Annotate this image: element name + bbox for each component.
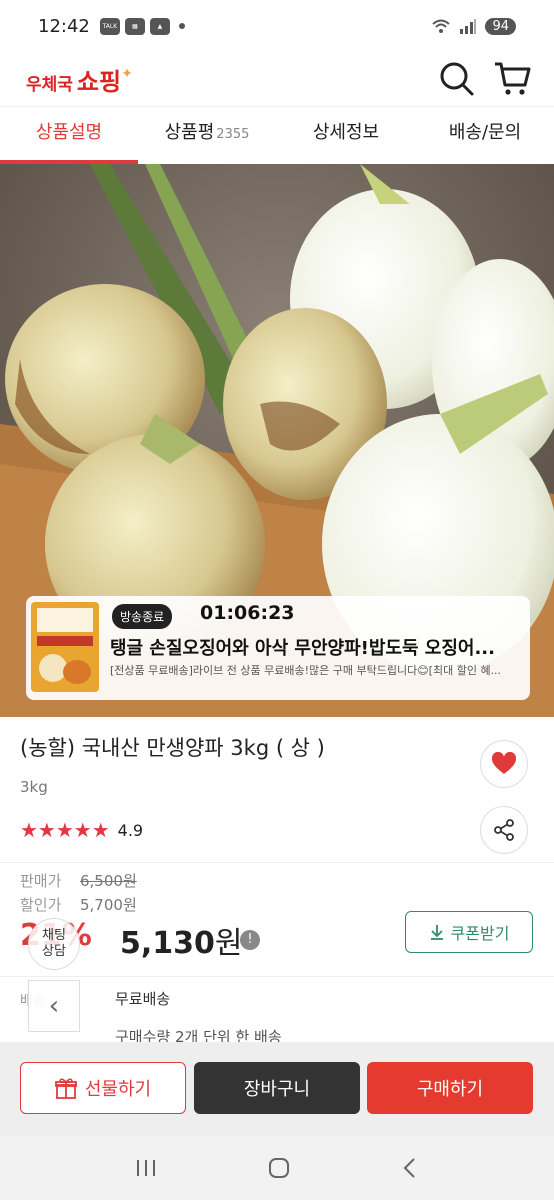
status-bar: 12:42 TALK ▦ ▲ 94 [0,0,554,52]
calendar-notification-icon: ▦ [124,17,145,35]
back-button[interactable]: ‹ [28,980,80,1032]
discount-price-label: 할인가 [20,896,62,914]
share-icon [494,819,514,841]
wifi-icon [432,19,451,33]
tab-reviews[interactable]: 상품평 2355 [138,107,276,164]
recent-apps-icon[interactable] [134,1157,158,1179]
coupon-label: 쿠폰받기 [450,924,510,943]
divider [0,862,554,863]
buy-label: 구매하기 [416,1079,484,1100]
broadcast-ended-badge: 방송종료 [112,604,173,629]
shop-logo[interactable]: 우체국 쇼핑 ✦ [26,62,133,97]
coupon-button[interactable]: 쿠폰받기 [405,911,533,953]
price-info-icon[interactable]: ! [240,930,260,950]
buy-now-button[interactable]: 구매하기 [367,1062,533,1114]
chat-label-line2: 상담 [42,944,66,959]
final-price-value: 5,130 [120,926,215,961]
status-time: 12:42 [38,15,90,37]
share-button[interactable] [480,806,528,854]
broadcast-timer: 01:06:23 [200,602,295,624]
tab-description[interactable]: 상품설명 [0,107,138,164]
tab-label: 배송/문의 [448,122,522,143]
download-icon [430,925,443,940]
logo-small-text: 우체국 [26,75,73,95]
final-price: 5,130원 [120,918,243,962]
product-name: (농할) 국내산 만생양파 3kg ( 상 ) [20,736,325,760]
live-thumbnail [31,602,99,692]
divider [0,976,554,977]
home-icon[interactable] [267,1156,291,1180]
more-notifications-dot [178,23,185,29]
heart-icon [491,752,517,774]
tab-details[interactable]: 상세정보 [276,107,416,164]
product-option: 3kg [20,778,48,796]
star-rating-icon: ★★★★★ [20,818,110,842]
product-page: 12:42 TALK ▦ ▲ 94 우체국 쇼핑 ✦ 상품설명 상품평 2355… [0,0,554,1200]
talk-notification-icon: TALK [99,17,120,35]
chat-label-line1: 채팅 [42,928,66,943]
sale-price-label: 판매가 [20,872,62,890]
gift-label: 선물하기 [84,1079,152,1100]
sale-price-value: 6,500원 [80,872,137,890]
broadcast-description: [전상품 무료배송]라이브 전 상품 무료배송!많은 구매 부탁드립니다😊[최대… [110,664,502,677]
add-to-cart-button[interactable]: 장바구니 [194,1062,360,1114]
final-price-unit: 원 [214,926,243,961]
gift-icon [54,1078,77,1099]
gift-button[interactable]: 선물하기 [20,1062,186,1114]
tab-shipping-inquiry[interactable]: 배송/문의 [416,107,554,164]
product-rating[interactable]: ★★★★★ 4.9 [20,818,143,842]
logo-big-text: 쇼핑 [76,68,122,96]
live-broadcast-banner[interactable]: 방송종료 01:06:23 탱글 손질오징어와 아삭 무안양파!밥도둑 오징어.… [26,596,530,700]
tab-label: 상품설명 [35,122,103,143]
search-icon[interactable] [436,58,476,98]
status-right: 94 [431,17,516,35]
tab-label: 상품평 [164,122,215,143]
cart-icon[interactable] [492,58,532,98]
gallery-notification-icon: ▲ [149,17,170,35]
chevron-left-icon: ‹ [48,991,60,1021]
broadcast-title: 탱글 손질오징어와 아삭 무안양파!밥도둑 오징어... [110,638,495,659]
purchase-action-bar: 선물하기 장바구니 구매하기 [0,1042,554,1136]
rating-score: 4.9 [117,820,144,840]
app-header: 우체국 쇼핑 ✦ [0,52,554,106]
logo-spark-icon: ✦ [121,66,133,82]
signal-icon [460,19,477,34]
review-count: 2355 [216,127,250,142]
wishlist-button[interactable] [480,740,528,788]
chat-consult-button[interactable]: 채팅 상담 [28,918,80,970]
system-navigation-bar [0,1136,554,1200]
tab-label: 상세정보 [312,122,380,143]
cart-label: 장바구니 [243,1079,311,1100]
battery-indicator: 94 [485,17,516,35]
back-nav-icon[interactable] [400,1156,420,1180]
discount-price-value: 5,700원 [80,896,137,914]
product-tabs: 상품설명 상품평 2355 상세정보 배송/문의 [0,106,554,164]
shipping-value: 무료배송 [115,990,171,1008]
